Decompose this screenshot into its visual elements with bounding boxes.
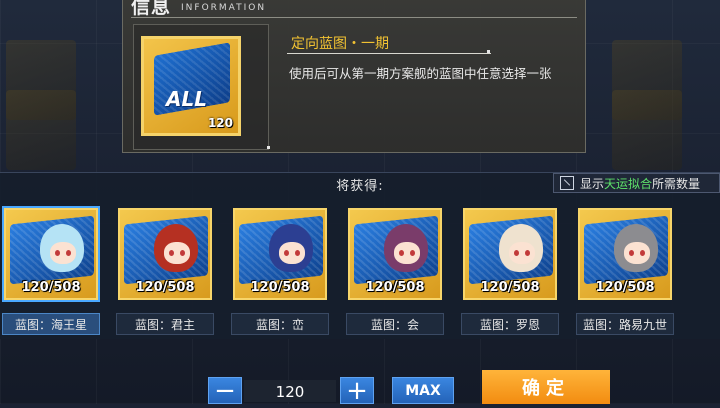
reward-card[interactable]: 120/508 (118, 208, 212, 300)
character-face (50, 242, 76, 264)
increase-button[interactable]: + (340, 377, 374, 405)
character-face (394, 242, 420, 264)
reward-card[interactable]: 120/508 (348, 208, 442, 300)
character-face (164, 242, 190, 264)
reward-label[interactable]: 蓝图：峦 (231, 313, 329, 335)
reward-label[interactable]: 蓝图：君主 (116, 313, 214, 335)
reward-count: 120/508 (480, 280, 540, 295)
reward-card[interactable]: 120/508 (233, 208, 327, 300)
reward-card[interactable]: 120/508 (4, 208, 98, 300)
reward-label[interactable]: 蓝图：海王星 (2, 313, 100, 335)
reward-label[interactable]: 蓝图：会 (346, 313, 444, 335)
divider (131, 17, 577, 18)
reward-count: 120/508 (21, 280, 81, 295)
confirm-button[interactable]: 确定 (482, 370, 610, 404)
toggle-suffix: 所需数量 (652, 176, 701, 191)
expand-icon[interactable] (560, 176, 574, 190)
toggle-highlight: 天运拟合 (604, 176, 653, 191)
max-button[interactable]: MAX (392, 377, 454, 404)
blueprint-item-icon: ALL 120 (141, 36, 241, 136)
reward-count: 120/508 (595, 280, 655, 295)
info-subtitle: INFORMATION (181, 3, 267, 13)
reward-count: 120/508 (365, 280, 425, 295)
reward-card[interactable]: 120/508 (463, 208, 557, 300)
character-face (624, 242, 650, 264)
reward-card[interactable]: 120/508 (578, 208, 672, 300)
decrease-button[interactable]: − (208, 377, 242, 405)
reward-count: 120/508 (135, 280, 195, 295)
corner-dot (487, 50, 490, 53)
icon-quantity: 120 (207, 116, 233, 130)
corner-dot (267, 146, 270, 149)
item-description: 使用后可从第一期方案舰的蓝图中任意选择一张 (289, 66, 552, 81)
quantity-field[interactable]: 120 (244, 380, 336, 402)
icon-all-text: ALL (166, 87, 207, 111)
background-tile (6, 90, 76, 170)
character-face (279, 242, 305, 264)
reward-count: 120/508 (250, 280, 310, 295)
background-tile (612, 90, 682, 170)
toggle-prefix: 显示 (580, 176, 605, 191)
show-fitting-toggle[interactable]: 显示 天运拟合 所需数量 (553, 173, 720, 193)
info-panel: 信息 INFORMATION ALL 120 定向蓝图・一期 使用后可从第一期方… (122, 0, 586, 153)
reward-label[interactable]: 蓝图：罗恩 (461, 313, 559, 335)
divider (287, 53, 491, 54)
reward-label[interactable]: 蓝图：路易九世 (576, 313, 674, 335)
item-name: 定向蓝图・一期 (291, 36, 389, 52)
character-face (509, 242, 535, 264)
